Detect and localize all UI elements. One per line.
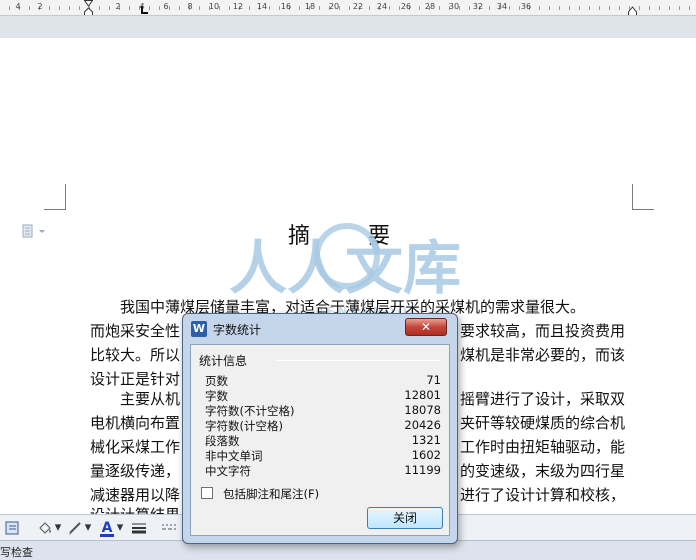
text-line: 夹矸等较硬煤质的综合机 xyxy=(460,414,626,432)
text-line: 减速器用以降 xyxy=(90,486,181,504)
text-line: 煤机是非常必要的，而该 xyxy=(460,346,626,364)
ruler-number: 14 xyxy=(256,2,268,11)
text-line: 主要从机 xyxy=(90,390,181,408)
text-line: 量逐级传递， xyxy=(90,462,181,480)
tab-stop-marker-icon[interactable] xyxy=(140,0,149,16)
stat-row-pages: 页数 71 xyxy=(205,373,441,388)
dialog-title: 字数统计 xyxy=(213,323,262,337)
ruler-number: 2 xyxy=(37,2,43,11)
page-gap xyxy=(0,16,696,38)
stat-row-words: 字数 12801 xyxy=(205,388,441,403)
text-line: 而炮采安全性 xyxy=(90,322,181,340)
stat-value: 11199 xyxy=(404,463,441,477)
stat-row-non-chinese-words: 非中文单词 1602 xyxy=(205,448,441,463)
text-line: 比较大。所以 xyxy=(90,346,181,364)
left-indent-marker-icon[interactable] xyxy=(84,0,93,16)
ruler-number: 36 xyxy=(520,2,532,11)
crop-mark-top-right xyxy=(632,184,654,210)
stat-label: 字数 xyxy=(205,389,228,403)
text-line: 电机横向布置 xyxy=(90,414,181,432)
font-color-icon[interactable]: A xyxy=(98,519,116,537)
line-color-dropdown-icon[interactable]: ▾ xyxy=(84,519,92,537)
word-count-dialog: W 字数统计 ✕ 统计信息 页数 71 字数 12801 字符数(不计空格) 1… xyxy=(182,313,458,544)
stat-value: 1602 xyxy=(411,448,441,462)
stat-label: 页数 xyxy=(205,374,228,388)
dash-style-icon[interactable] xyxy=(160,519,178,537)
text-line: 进行了设计计算和校核， xyxy=(460,486,626,504)
ruler-number: 2 xyxy=(115,2,121,11)
close-button[interactable]: 关闭 xyxy=(367,507,443,529)
ruler-number: 12 xyxy=(232,2,244,11)
text-line: 设计计算结果 xyxy=(90,504,180,514)
ruler-ticks xyxy=(0,0,696,15)
ruler-number: 4 xyxy=(15,2,21,11)
ruler-number: 20 xyxy=(328,2,340,11)
dialog-body: 统计信息 页数 71 字数 12801 字符数(不计空格) 18078 字符数(… xyxy=(190,344,450,536)
statistics-group-label: 统计信息 xyxy=(199,354,248,368)
svg-text:A: A xyxy=(102,520,113,536)
stat-row-chinese-chars: 中文字符 11199 xyxy=(205,463,441,478)
spell-check-status[interactable]: 写检查 xyxy=(0,544,33,560)
text-line: 设计正是针对 xyxy=(90,370,181,388)
stat-value: 20426 xyxy=(404,418,441,432)
ruler-number: 26 xyxy=(400,2,412,11)
ruler-number: 22 xyxy=(352,2,364,11)
ruler-number: 16 xyxy=(280,2,292,11)
fill-color-dropdown-icon[interactable]: ▾ xyxy=(54,519,62,537)
ruler-number: 18 xyxy=(304,2,316,11)
stat-label: 段落数 xyxy=(205,434,240,448)
stat-value: 71 xyxy=(426,373,441,387)
include-footnotes-checkbox[interactable] xyxy=(201,487,213,499)
text-line: 摇臂进行了设计，采取双 xyxy=(460,390,626,408)
wps-writer-logo-icon: W xyxy=(191,321,207,337)
text-line: 工作时由扭矩轴驱动，能 xyxy=(460,438,626,456)
stat-label: 非中文单词 xyxy=(205,449,263,463)
stat-value: 18078 xyxy=(404,403,441,417)
horizontal-ruler[interactable]: 4 2 2 4 6 8 10 12 14 16 18 20 22 24 26 28 30 32 34 36 xyxy=(0,0,696,16)
select-objects-icon[interactable] xyxy=(4,519,22,537)
line-style-icon[interactable] xyxy=(130,519,148,537)
stat-row-paragraphs: 段落数 1321 xyxy=(205,433,441,448)
ruler-number: 10 xyxy=(208,2,220,11)
ruler-number: 30 xyxy=(448,2,460,11)
stat-label: 中文字符 xyxy=(205,464,251,478)
stat-value: 1321 xyxy=(411,433,441,447)
ruler-number: 8 xyxy=(187,2,193,11)
ruler-number: 32 xyxy=(472,2,484,11)
right-indent-marker-icon[interactable] xyxy=(628,0,637,16)
font-color-dropdown-icon[interactable]: ▾ xyxy=(116,519,124,537)
text-line: 的变速级，末级为四行星 xyxy=(460,462,626,480)
fill-color-icon[interactable] xyxy=(36,519,54,537)
text-line: 械化采煤工作 xyxy=(90,438,181,456)
ruler-number: 6 xyxy=(163,2,169,11)
include-footnotes-label[interactable]: 包括脚注和尾注(F) xyxy=(223,486,319,502)
stat-label: 字符数(不计空格) xyxy=(205,404,295,418)
stat-label: 字符数(计空格) xyxy=(205,419,283,433)
line-color-icon[interactable] xyxy=(66,519,84,537)
stat-value: 12801 xyxy=(404,388,441,402)
dialog-title-bar[interactable]: W 字数统计 ✕ xyxy=(183,314,457,342)
ruler-number: 34 xyxy=(496,2,508,11)
stat-row-chars-with-spaces: 字符数(计空格) 20426 xyxy=(205,418,441,433)
text-line: 要求较高，而且投资费用 xyxy=(460,322,626,340)
ruler-number: 24 xyxy=(376,2,388,11)
stat-row-chars-no-spaces: 字符数(不计空格) 18078 xyxy=(205,403,441,418)
group-divider xyxy=(275,360,441,361)
crop-mark-top-left xyxy=(44,184,66,210)
close-icon[interactable]: ✕ xyxy=(405,318,447,336)
document-heading: 摘 要 xyxy=(287,224,408,249)
ruler-number: 28 xyxy=(424,2,436,11)
